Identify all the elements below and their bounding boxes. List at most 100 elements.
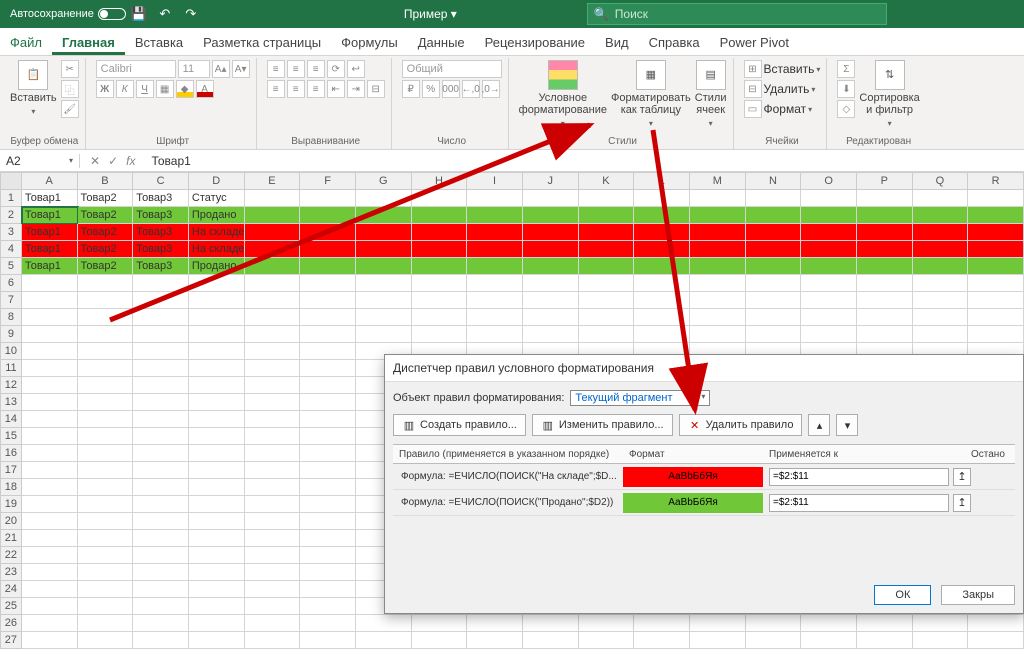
row-header-14[interactable]: 14: [0, 411, 22, 428]
cell-P26[interactable]: [857, 615, 913, 632]
cell-F3[interactable]: [300, 224, 356, 241]
cell-G4[interactable]: [356, 241, 412, 258]
cell-Q4[interactable]: [913, 241, 969, 258]
cell-P7[interactable]: [857, 292, 913, 309]
col-header-M[interactable]: M: [690, 172, 746, 190]
cell-A5[interactable]: Товар1: [22, 258, 78, 275]
cell-C23[interactable]: [133, 564, 189, 581]
cell-C9[interactable]: [133, 326, 189, 343]
cell-H27[interactable]: [412, 632, 468, 649]
cell-J27[interactable]: [523, 632, 579, 649]
cell-I2[interactable]: [467, 207, 523, 224]
cell-C6[interactable]: [133, 275, 189, 292]
tab-home[interactable]: Главная: [52, 29, 125, 55]
tab-insert[interactable]: Вставка: [125, 29, 193, 55]
cell-Q9[interactable]: [913, 326, 969, 343]
select-all[interactable]: [0, 172, 22, 190]
cell-M3[interactable]: [690, 224, 746, 241]
cell-L6[interactable]: [634, 275, 690, 292]
col-header-K[interactable]: K: [579, 172, 635, 190]
cell-J1[interactable]: [523, 190, 579, 207]
format-as-table-button[interactable]: ▦ Форматировать как таблицу▾: [611, 60, 691, 130]
cell-E3[interactable]: [245, 224, 301, 241]
range-picker-icon[interactable]: ↥: [953, 494, 971, 512]
cell-K5[interactable]: [579, 258, 635, 275]
cell-B15[interactable]: [78, 428, 134, 445]
cell-O3[interactable]: [801, 224, 857, 241]
cell-R1[interactable]: [968, 190, 1024, 207]
cell-D4[interactable]: На складе: [189, 241, 245, 258]
cell-H8[interactable]: [412, 309, 468, 326]
cell-C24[interactable]: [133, 581, 189, 598]
cell-A27[interactable]: [22, 632, 78, 649]
row-header-4[interactable]: 4: [0, 241, 22, 258]
cell-A14[interactable]: [22, 411, 78, 428]
tab-review[interactable]: Рецензирование: [475, 29, 595, 55]
cell-A12[interactable]: [22, 377, 78, 394]
cell-R3[interactable]: [968, 224, 1024, 241]
tab-formulas[interactable]: Формулы: [331, 29, 408, 55]
cell-E1[interactable]: [245, 190, 301, 207]
cell-F7[interactable]: [300, 292, 356, 309]
cut-icon[interactable]: ✂: [61, 60, 79, 78]
cell-B9[interactable]: [78, 326, 134, 343]
cell-P5[interactable]: [857, 258, 913, 275]
row-header-15[interactable]: 15: [0, 428, 22, 445]
clear-icon[interactable]: ◇: [837, 100, 855, 118]
cell-O1[interactable]: [801, 190, 857, 207]
cell-O5[interactable]: [801, 258, 857, 275]
orientation-icon[interactable]: ⟳: [327, 60, 345, 78]
cell-N4[interactable]: [746, 241, 802, 258]
range-picker-icon[interactable]: ↥: [953, 468, 971, 486]
cell-B8[interactable]: [78, 309, 134, 326]
cell-Q5[interactable]: [913, 258, 969, 275]
cell-M27[interactable]: [690, 632, 746, 649]
cell-K6[interactable]: [579, 275, 635, 292]
cell-F16[interactable]: [300, 445, 356, 462]
cell-D2[interactable]: Продано: [189, 207, 245, 224]
cell-F13[interactable]: [300, 394, 356, 411]
align-top-icon[interactable]: ≡: [267, 60, 285, 78]
cell-I5[interactable]: [467, 258, 523, 275]
cell-A11[interactable]: [22, 360, 78, 377]
col-header-P[interactable]: P: [857, 172, 913, 190]
copy-icon[interactable]: ⿻: [61, 80, 79, 98]
cell-A7[interactable]: [22, 292, 78, 309]
cell-M7[interactable]: [690, 292, 746, 309]
cell-B2[interactable]: Товар2: [78, 207, 134, 224]
cell-E7[interactable]: [245, 292, 301, 309]
cell-C11[interactable]: [133, 360, 189, 377]
conditional-formatting-button[interactable]: Условное форматирование▾: [519, 60, 607, 130]
cell-A2[interactable]: Товар1: [22, 207, 78, 224]
cell-R2[interactable]: [968, 207, 1024, 224]
cell-N1[interactable]: [746, 190, 802, 207]
tab-layout[interactable]: Разметка страницы: [193, 29, 331, 55]
cell-L2[interactable]: [634, 207, 690, 224]
col-header-L[interactable]: L: [634, 172, 690, 190]
cell-C3[interactable]: Товар3: [133, 224, 189, 241]
cell-D8[interactable]: [189, 309, 245, 326]
cell-Q26[interactable]: [913, 615, 969, 632]
cell-D21[interactable]: [189, 530, 245, 547]
cell-D20[interactable]: [189, 513, 245, 530]
cell-A25[interactable]: [22, 598, 78, 615]
cell-J4[interactable]: [523, 241, 579, 258]
cell-F17[interactable]: [300, 462, 356, 479]
cell-I1[interactable]: [467, 190, 523, 207]
autosave-toggle[interactable]: Автосохранение: [10, 8, 126, 20]
col-header-Q[interactable]: Q: [913, 172, 969, 190]
cell-D16[interactable]: [189, 445, 245, 462]
cell-E4[interactable]: [245, 241, 301, 258]
cell-A13[interactable]: [22, 394, 78, 411]
cell-G1[interactable]: [356, 190, 412, 207]
cell-F1[interactable]: [300, 190, 356, 207]
cell-B18[interactable]: [78, 479, 134, 496]
cell-D17[interactable]: [189, 462, 245, 479]
cell-F25[interactable]: [300, 598, 356, 615]
cell-B14[interactable]: [78, 411, 134, 428]
cell-H9[interactable]: [412, 326, 468, 343]
cell-C15[interactable]: [133, 428, 189, 445]
ok-button[interactable]: ОК: [874, 585, 931, 605]
row-header-5[interactable]: 5: [0, 258, 22, 275]
cell-R27[interactable]: [968, 632, 1024, 649]
